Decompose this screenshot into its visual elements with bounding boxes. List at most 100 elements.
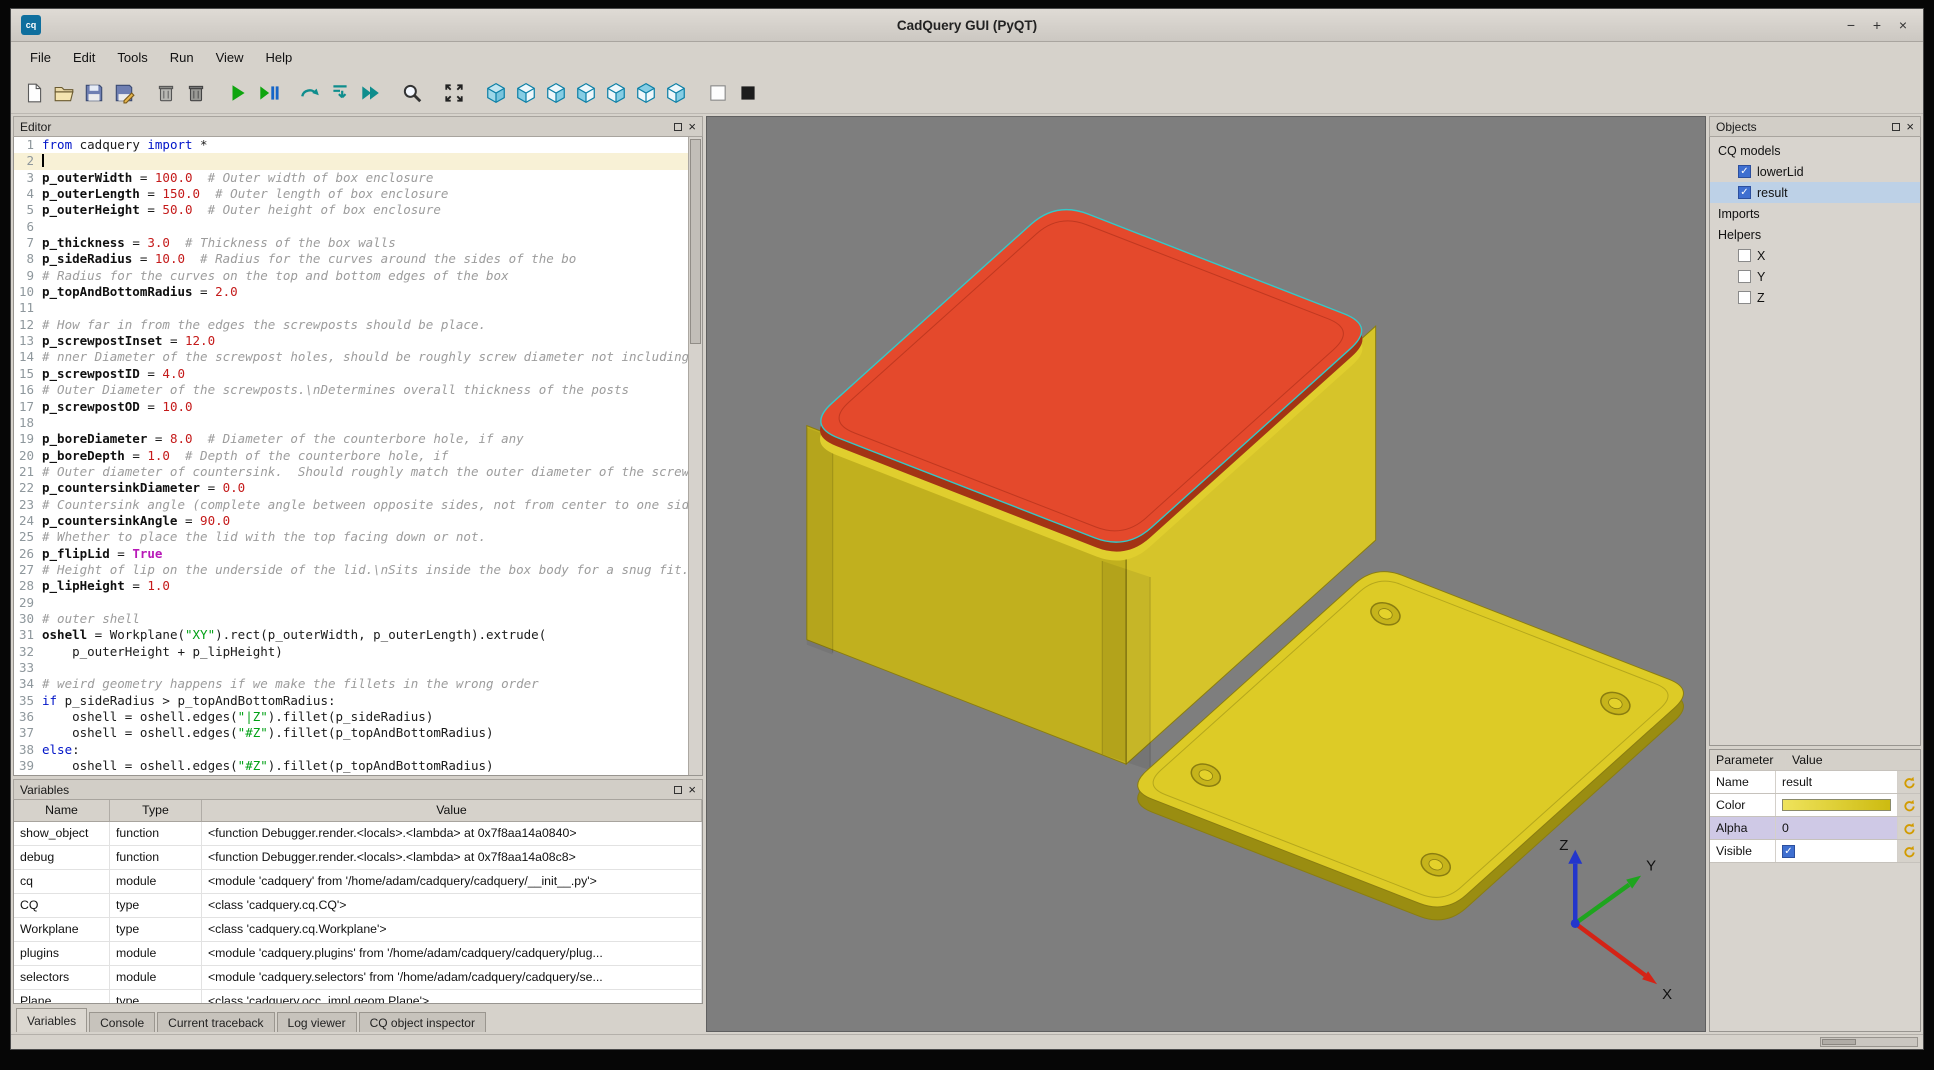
- tree-item-x[interactable]: X: [1710, 245, 1920, 266]
- code-line-24[interactable]: 24p_countersinkAngle = 90.0: [14, 513, 702, 529]
- code-line-25[interactable]: 25# Whether to place the lid with the to…: [14, 529, 702, 545]
- menu-item-edit[interactable]: Edit: [62, 45, 106, 70]
- variable-row[interactable]: Planetype<class 'cadquery.occ_impl.geom.…: [14, 990, 702, 1004]
- menu-item-view[interactable]: View: [205, 45, 255, 70]
- variable-row[interactable]: selectorsmodule<module 'cadquery.selecto…: [14, 966, 702, 990]
- open-script-button[interactable]: [49, 78, 79, 108]
- name-value[interactable]: result: [1776, 771, 1898, 793]
- objects-float-button[interactable]: [1892, 123, 1900, 131]
- color-swatch[interactable]: [1782, 799, 1891, 811]
- code-line-38[interactable]: 38else:: [14, 742, 702, 758]
- code-line-8[interactable]: 8p_sideRadius = 10.0 # Radius for the cu…: [14, 251, 702, 267]
- y-checkbox[interactable]: [1738, 270, 1751, 283]
- code-line-16[interactable]: 16# Outer Diameter of the screwposts.\nD…: [14, 382, 702, 398]
- lowerlid-checkbox[interactable]: [1738, 165, 1751, 178]
- view-bottom-button[interactable]: [661, 78, 691, 108]
- code-line-3[interactable]: 3p_outerWidth = 100.0 # Outer width of b…: [14, 170, 702, 186]
- code-line-20[interactable]: 20p_boreDepth = 1.0 # Depth of the count…: [14, 448, 702, 464]
- minimize-button[interactable]: −: [1841, 15, 1861, 35]
- code-line-2[interactable]: 2: [14, 153, 702, 169]
- menu-item-help[interactable]: Help: [255, 45, 304, 70]
- bottom-right-scrollbar[interactable]: [1820, 1037, 1918, 1047]
- tab-cq-object-inspector[interactable]: CQ object inspector: [359, 1012, 486, 1032]
- code-line-19[interactable]: 19p_boreDiameter = 8.0 # Diameter of the…: [14, 431, 702, 447]
- variables-float-button[interactable]: [674, 786, 682, 794]
- code-line-34[interactable]: 34# weird geometry happens if we make th…: [14, 676, 702, 692]
- code-editor[interactable]: 1from cadquery import *23p_outerWidth = …: [13, 137, 703, 776]
- editor-vertical-scrollbar[interactable]: [688, 137, 702, 775]
- code-line-33[interactable]: 33: [14, 660, 702, 676]
- x-checkbox[interactable]: [1738, 249, 1751, 262]
- code-line-11[interactable]: 11: [14, 300, 702, 316]
- code-line-17[interactable]: 17p_screwpostOD = 10.0: [14, 399, 702, 415]
- step-button[interactable]: [295, 78, 325, 108]
- alpha-value[interactable]: 0: [1776, 817, 1898, 839]
- view-top-button[interactable]: [631, 78, 661, 108]
- result-checkbox[interactable]: [1738, 186, 1751, 199]
- close-button[interactable]: ×: [1893, 15, 1913, 35]
- variable-row[interactable]: cqmodule<module 'cadquery' from '/home/a…: [14, 870, 702, 894]
- view-back-button[interactable]: [541, 78, 571, 108]
- code-line-4[interactable]: 4p_outerLength = 150.0 # Outer length of…: [14, 186, 702, 202]
- reset-name-button[interactable]: [1898, 771, 1920, 793]
- zoom-button[interactable]: [397, 78, 427, 108]
- tree-item-z[interactable]: Z: [1710, 287, 1920, 308]
- menu-item-run[interactable]: Run: [159, 45, 205, 70]
- view-iso-button[interactable]: [481, 78, 511, 108]
- code-line-22[interactable]: 22p_countersinkDiameter = 0.0: [14, 480, 702, 496]
- column-header-type[interactable]: Type: [110, 800, 202, 821]
- code-line-7[interactable]: 7p_thickness = 3.0 # Thickness of the bo…: [14, 235, 702, 251]
- tree-item-imports[interactable]: Imports: [1710, 203, 1920, 224]
- tree-item-lowerlid[interactable]: lowerLid: [1710, 161, 1920, 182]
- code-line-15[interactable]: 15p_screwpostID = 4.0: [14, 366, 702, 382]
- code-line-6[interactable]: 6: [14, 219, 702, 235]
- code-line-13[interactable]: 13p_screwpostInset = 12.0: [14, 333, 702, 349]
- maximize-button[interactable]: +: [1867, 15, 1887, 35]
- clear-all-button[interactable]: [181, 78, 211, 108]
- code-line-30[interactable]: 30# outer shell: [14, 611, 702, 627]
- code-line-32[interactable]: 32 p_outerHeight + p_lipHeight): [14, 644, 702, 660]
- editor-close-button[interactable]: ×: [688, 120, 696, 133]
- menu-item-file[interactable]: File: [19, 45, 62, 70]
- column-header-name[interactable]: Name: [14, 800, 110, 821]
- delete-object-button[interactable]: [151, 78, 181, 108]
- code-line-14[interactable]: 14# nner Diameter of the screwpost holes…: [14, 349, 702, 365]
- tab-variables[interactable]: Variables: [16, 1008, 87, 1032]
- parameter-row-alpha[interactable]: Alpha0: [1710, 817, 1920, 840]
- tab-log-viewer[interactable]: Log viewer: [277, 1012, 357, 1032]
- code-line-36[interactable]: 36 oshell = oshell.edges("|Z").fillet(p_…: [14, 709, 702, 725]
- new-script-button[interactable]: [19, 78, 49, 108]
- visible-checkbox[interactable]: [1782, 845, 1795, 858]
- scrollbar-thumb[interactable]: [1822, 1039, 1856, 1045]
- tree-item-y[interactable]: Y: [1710, 266, 1920, 287]
- column-header-value[interactable]: Value: [202, 800, 702, 821]
- tree-item-helpers[interactable]: Helpers: [1710, 224, 1920, 245]
- variable-row[interactable]: show_objectfunction<function Debugger.re…: [14, 822, 702, 846]
- z-checkbox[interactable]: [1738, 291, 1751, 304]
- objects-close-button[interactable]: ×: [1906, 120, 1914, 133]
- reset-color-button[interactable]: [1898, 794, 1920, 816]
- editor-float-button[interactable]: [674, 123, 682, 131]
- code-line-31[interactable]: 31oshell = Workplane("XY").rect(p_outerW…: [14, 627, 702, 643]
- 3d-scene[interactable]: ZYX: [707, 117, 1705, 1031]
- stop-button[interactable]: [733, 78, 763, 108]
- title-bar[interactable]: cq CadQuery GUI (PyQT) − + ×: [11, 9, 1923, 42]
- code-line-37[interactable]: 37 oshell = oshell.edges("#Z").fillet(p_…: [14, 725, 702, 741]
- code-line-29[interactable]: 29: [14, 595, 702, 611]
- code-line-1[interactable]: 1from cadquery import *: [14, 137, 702, 153]
- parameter-row-color[interactable]: Color: [1710, 794, 1920, 817]
- variable-row[interactable]: pluginsmodule<module 'cadquery.plugins' …: [14, 942, 702, 966]
- scrollbar-thumb[interactable]: [690, 139, 701, 344]
- code-line-10[interactable]: 10p_topAndBottomRadius = 2.0: [14, 284, 702, 300]
- continue-button[interactable]: [355, 78, 385, 108]
- tab-current-traceback[interactable]: Current traceback: [157, 1012, 274, 1032]
- render-button[interactable]: [223, 78, 253, 108]
- 3d-viewport[interactable]: ZYX: [706, 116, 1706, 1032]
- code-line-28[interactable]: 28p_lipHeight = 1.0: [14, 578, 702, 594]
- code-line-21[interactable]: 21# Outer diameter of countersink. Shoul…: [14, 464, 702, 480]
- reset-visible-button[interactable]: [1898, 840, 1920, 862]
- variable-row[interactable]: debugfunction<function Debugger.render.<…: [14, 846, 702, 870]
- code-line-23[interactable]: 23# Countersink angle (complete angle be…: [14, 497, 702, 513]
- save-as-script-button[interactable]: [109, 78, 139, 108]
- code-line-9[interactable]: 9# Radius for the curves on the top and …: [14, 268, 702, 284]
